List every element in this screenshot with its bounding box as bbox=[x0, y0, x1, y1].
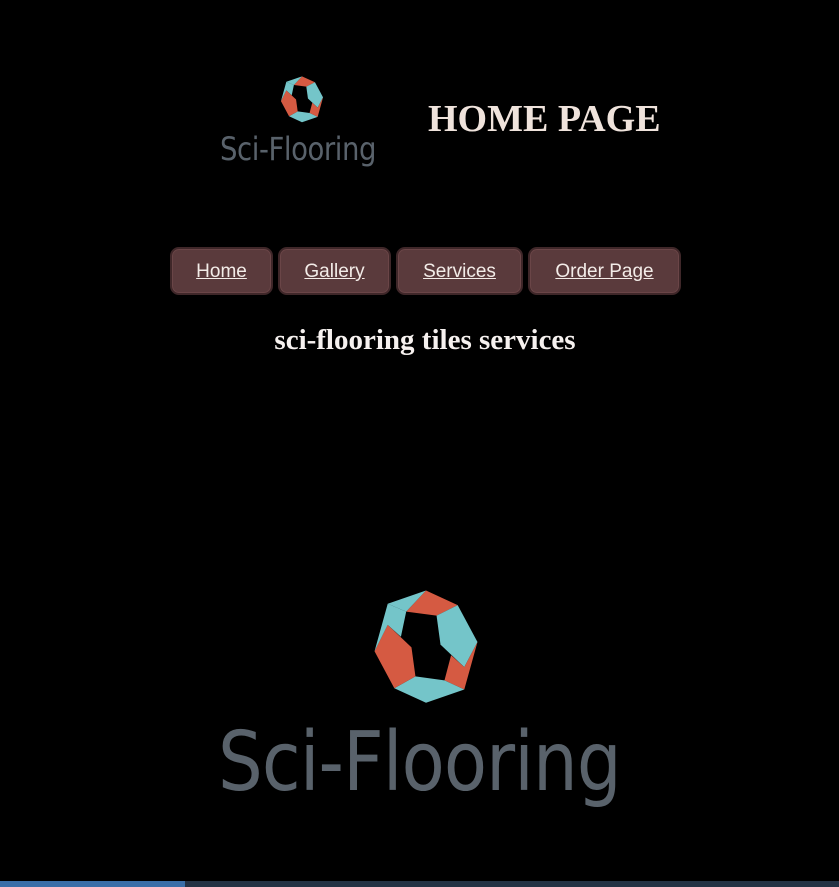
site-logo: Sci-Flooring bbox=[218, 72, 388, 176]
page-title: HOME PAGE bbox=[428, 98, 661, 140]
scrollbar-thumb[interactable] bbox=[0, 881, 185, 887]
bottom-scrollbar[interactable] bbox=[0, 881, 839, 887]
main-navigation: Home Gallery Services Order Page bbox=[0, 247, 839, 297]
logo-mark-icon bbox=[280, 76, 324, 123]
logo-text: Sci-Flooring bbox=[220, 130, 377, 168]
nav-services-link[interactable]: Services bbox=[396, 247, 523, 295]
hero-logo: Sci-Flooring bbox=[212, 580, 632, 825]
hero-logo-mark-icon bbox=[374, 590, 478, 703]
page-subtitle: sci-flooring tiles services bbox=[274, 324, 576, 356]
hero-logo-text: Sci-Flooring bbox=[218, 715, 622, 810]
nav-home-link[interactable]: Home bbox=[170, 247, 273, 295]
nav-order-page-link[interactable]: Order Page bbox=[528, 247, 681, 295]
site-header: Sci-Flooring HOME PAGE bbox=[0, 66, 839, 176]
nav-gallery-link[interactable]: Gallery bbox=[278, 247, 391, 295]
